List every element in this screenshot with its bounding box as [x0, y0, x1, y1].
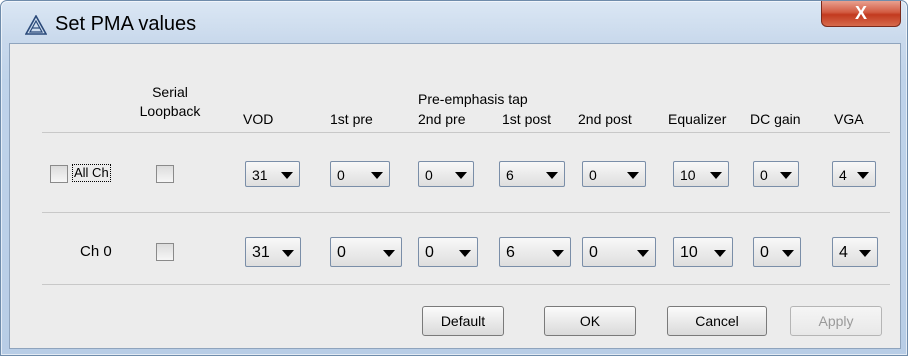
ch-0-vod-dropdown[interactable]: 31: [245, 237, 301, 267]
all-ch-checkbox[interactable]: [50, 165, 68, 183]
all-ch-vod-dropdown[interactable]: 31: [245, 161, 300, 187]
chevron-down-icon: [552, 250, 564, 257]
header-vga: VGA: [834, 111, 864, 127]
all-ch-2nd-pre-dropdown[interactable]: 0: [418, 161, 474, 187]
cancel-button[interactable]: Cancel: [667, 306, 767, 336]
header-equalizer: Equalizer: [668, 111, 727, 127]
all-ch-1st-pre-dropdown[interactable]: 0: [330, 161, 390, 187]
ch-0-2nd-pre-dropdown[interactable]: 0: [418, 237, 478, 267]
chevron-down-icon: [714, 250, 726, 257]
dialog-body: Serial Loopback VOD 1st pre Pre-emphasis…: [9, 43, 901, 349]
chevron-down-icon: [857, 172, 869, 179]
chevron-down-icon: [281, 172, 293, 179]
chevron-down-icon: [546, 172, 558, 179]
all-ch-serial-loopback-checkbox[interactable]: [156, 165, 174, 183]
ch-0-2nd-post-dropdown[interactable]: 0: [582, 237, 656, 267]
chevron-down-icon: [455, 172, 467, 179]
chevron-down-icon: [627, 172, 639, 179]
apply-button[interactable]: Apply: [790, 306, 882, 336]
header-1st-pre: 1st pre: [330, 111, 373, 127]
ok-button[interactable]: OK: [544, 306, 636, 336]
chevron-down-icon: [459, 250, 471, 257]
all-ch-equalizer-dropdown[interactable]: 10: [673, 161, 729, 187]
separator: [42, 212, 890, 213]
chevron-down-icon: [710, 172, 722, 179]
default-button[interactable]: Default: [422, 306, 504, 336]
ch-0-vga-dropdown[interactable]: 4: [832, 237, 878, 267]
all-ch-dc-gain-dropdown[interactable]: 0: [753, 161, 799, 187]
header-serial-loopback: Serial Loopback: [139, 84, 201, 119]
app-logo-icon: [25, 15, 47, 35]
header-2nd-post: 2nd post: [578, 111, 632, 127]
ch-0-1st-post-dropdown[interactable]: 6: [499, 237, 571, 267]
header-vod: VOD: [243, 111, 274, 127]
ch-0-1st-pre-dropdown[interactable]: 0: [330, 237, 402, 267]
all-ch-2nd-post-dropdown[interactable]: 0: [582, 161, 646, 187]
all-ch-label[interactable]: All Ch: [72, 164, 111, 182]
header-dc-gain: DC gain: [750, 111, 801, 127]
header-pre-emphasis-tap: Pre-emphasis tap: [418, 91, 528, 107]
window-title: Set PMA values: [55, 13, 197, 35]
header-2nd-pre: 2nd pre: [418, 111, 466, 127]
chevron-down-icon: [637, 250, 649, 257]
separator: [42, 132, 890, 133]
chevron-down-icon: [282, 250, 294, 257]
chevron-down-icon: [859, 250, 871, 257]
ch-0-equalizer-dropdown[interactable]: 10: [673, 237, 733, 267]
ch-0-serial-loopback-checkbox[interactable]: [156, 243, 174, 261]
chevron-down-icon: [371, 172, 383, 179]
close-button[interactable]: X: [821, 1, 901, 27]
chevron-down-icon: [383, 250, 395, 257]
all-ch-vga-dropdown[interactable]: 4: [832, 161, 876, 187]
separator: [42, 284, 890, 285]
header-1st-post: 1st post: [502, 111, 552, 127]
ch-0-dc-gain-dropdown[interactable]: 0: [753, 237, 801, 267]
chevron-down-icon: [782, 250, 794, 257]
pma-dialog-window: Set PMA values X Serial Loopback VOD 1st…: [0, 0, 908, 356]
title-bar[interactable]: Set PMA values X: [1, 1, 907, 43]
ch-0-label: Ch 0: [80, 243, 112, 260]
all-ch-1st-post-dropdown[interactable]: 6: [499, 161, 565, 187]
chevron-down-icon: [780, 172, 792, 179]
